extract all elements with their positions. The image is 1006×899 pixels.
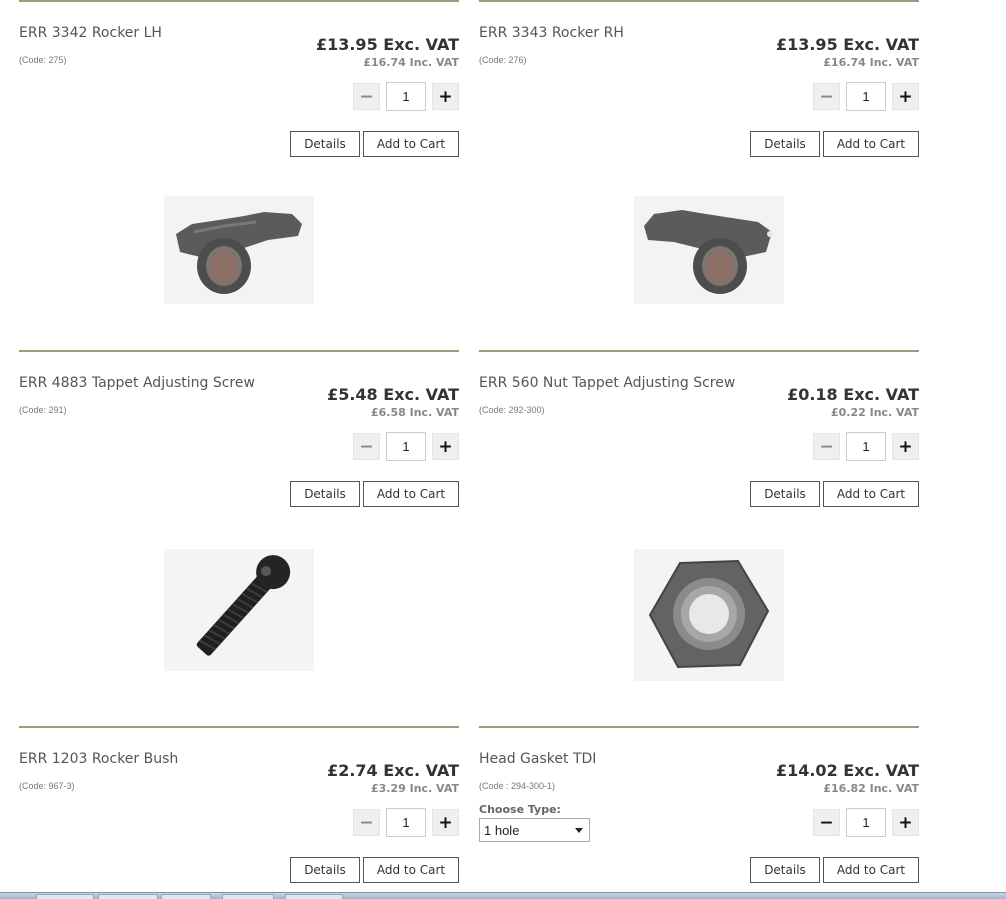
details-button[interactable]: Details xyxy=(750,481,820,507)
price-excl-vat: £0.18 Exc. VAT xyxy=(787,385,919,404)
card-divider xyxy=(19,726,459,728)
product-card: ERR 3343 Rocker RH (Code: 276) £13.95 Ex… xyxy=(479,0,919,340)
plus-icon[interactable]: + xyxy=(432,433,459,460)
plus-icon[interactable]: + xyxy=(432,809,459,836)
card-divider xyxy=(19,0,459,2)
minus-icon[interactable]: − xyxy=(813,433,840,460)
price-incl-vat: £16.74 Inc. VAT xyxy=(823,56,919,69)
product-card: Head Gasket TDI (Code : 294-300-1) Choos… xyxy=(479,726,919,886)
card-actions: Details Add to Cart xyxy=(290,131,459,158)
quantity-stepper: − + xyxy=(813,82,919,112)
minus-icon[interactable]: − xyxy=(353,809,380,836)
os-taskbar xyxy=(0,892,1006,899)
product-title[interactable]: ERR 3342 Rocker LH xyxy=(19,25,162,41)
price-excl-vat: £13.95 Exc. VAT xyxy=(315,35,459,54)
quantity-stepper: − + xyxy=(353,808,459,838)
product-code: (Code: 292-300) xyxy=(479,405,545,415)
price-excl-vat: £5.48 Exc. VAT xyxy=(327,385,459,404)
price-incl-vat: £3.29 Inc. VAT xyxy=(370,782,459,795)
card-divider xyxy=(479,350,919,352)
minus-icon[interactable]: − xyxy=(353,433,380,460)
product-code: (Code: 967-3) xyxy=(19,781,75,791)
add-to-cart-button[interactable]: Add to Cart xyxy=(363,131,459,157)
plus-icon[interactable]: + xyxy=(892,809,919,836)
taskbar-button[interactable] xyxy=(161,894,211,899)
choose-type-label: Choose Type: xyxy=(479,803,561,816)
product-card: ERR 4883 Tappet Adjusting Screw (Code: 2… xyxy=(19,350,459,716)
quantity-input[interactable] xyxy=(386,82,426,111)
details-button[interactable]: Details xyxy=(290,481,360,507)
card-actions: Details Add to Cart xyxy=(750,857,919,884)
quantity-input[interactable] xyxy=(386,432,426,461)
minus-icon[interactable]: − xyxy=(813,809,840,836)
card-actions: Details Add to Cart xyxy=(290,857,459,884)
details-button[interactable]: Details xyxy=(290,131,360,157)
rocker-rh-photo[interactable] xyxy=(634,196,784,304)
product-code: (Code: 291) xyxy=(19,405,67,415)
minus-icon[interactable]: − xyxy=(813,83,840,110)
card-divider xyxy=(479,0,919,2)
card-divider xyxy=(19,350,459,352)
chevron-down-icon xyxy=(575,828,583,833)
details-button[interactable]: Details xyxy=(290,857,360,883)
details-button[interactable]: Details xyxy=(750,131,820,157)
add-to-cart-button[interactable]: Add to Cart xyxy=(363,481,459,507)
quantity-stepper: − + xyxy=(353,82,459,112)
product-title[interactable]: ERR 560 Nut Tappet Adjusting Screw xyxy=(479,375,735,391)
taskbar-button[interactable] xyxy=(98,894,158,899)
product-title[interactable]: Head Gasket TDI xyxy=(479,751,596,767)
choose-type-value: 1 hole xyxy=(484,822,520,838)
product-code: (Code: 275) xyxy=(19,55,67,65)
product-code: (Code : 294-300-1) xyxy=(479,781,556,791)
product-title[interactable]: ERR 1203 Rocker Bush xyxy=(19,751,178,767)
plus-icon[interactable]: + xyxy=(892,433,919,460)
card-divider xyxy=(479,726,919,728)
choose-type-select[interactable]: 1 hole xyxy=(479,818,590,842)
taskbar-button[interactable] xyxy=(36,894,94,899)
card-actions: Details Add to Cart xyxy=(290,481,459,508)
price-excl-vat: £13.95 Exc. VAT xyxy=(775,35,919,54)
product-card: ERR 1203 Rocker Bush (Code: 967-3) £2.74… xyxy=(19,726,459,886)
product-title[interactable]: ERR 4883 Tappet Adjusting Screw xyxy=(19,375,255,391)
price-incl-vat: £16.74 Inc. VAT xyxy=(363,56,459,69)
add-to-cart-button[interactable]: Add to Cart xyxy=(823,131,919,157)
taskbar-button[interactable] xyxy=(222,894,274,899)
card-actions: Details Add to Cart xyxy=(750,481,919,508)
quantity-input[interactable] xyxy=(846,808,886,837)
price-excl-vat: £14.02 Exc. VAT xyxy=(775,761,919,780)
quantity-input[interactable] xyxy=(386,808,426,837)
add-to-cart-button[interactable]: Add to Cart xyxy=(823,481,919,507)
price-incl-vat: £0.22 Inc. VAT xyxy=(830,406,919,419)
add-to-cart-button[interactable]: Add to Cart xyxy=(823,857,919,883)
quantity-stepper: − + xyxy=(813,808,919,838)
hex-nut-photo[interactable] xyxy=(634,549,784,681)
tappet-screw-photo[interactable] xyxy=(164,549,314,671)
card-actions: Details Add to Cart xyxy=(750,131,919,158)
quantity-input[interactable] xyxy=(846,82,886,111)
product-title[interactable]: ERR 3343 Rocker RH xyxy=(479,25,624,41)
price-incl-vat: £16.82 Inc. VAT xyxy=(823,782,919,795)
plus-icon[interactable]: + xyxy=(892,83,919,110)
product-card: ERR 3342 Rocker LH (Code: 275) £13.95 Ex… xyxy=(19,0,459,340)
plus-icon[interactable]: + xyxy=(432,83,459,110)
minus-icon[interactable]: − xyxy=(353,83,380,110)
product-code: (Code: 276) xyxy=(479,55,527,65)
quantity-stepper: − + xyxy=(813,432,919,462)
product-card: ERR 560 Nut Tappet Adjusting Screw (Code… xyxy=(479,350,919,716)
quantity-stepper: − + xyxy=(353,432,459,462)
price-excl-vat: £2.74 Exc. VAT xyxy=(327,761,459,780)
quantity-input[interactable] xyxy=(846,432,886,461)
add-to-cart-button[interactable]: Add to Cart xyxy=(363,857,459,883)
price-incl-vat: £6.58 Inc. VAT xyxy=(370,406,459,419)
details-button[interactable]: Details xyxy=(750,857,820,883)
taskbar-button[interactable] xyxy=(285,894,343,899)
rocker-lh-photo[interactable] xyxy=(164,196,314,304)
